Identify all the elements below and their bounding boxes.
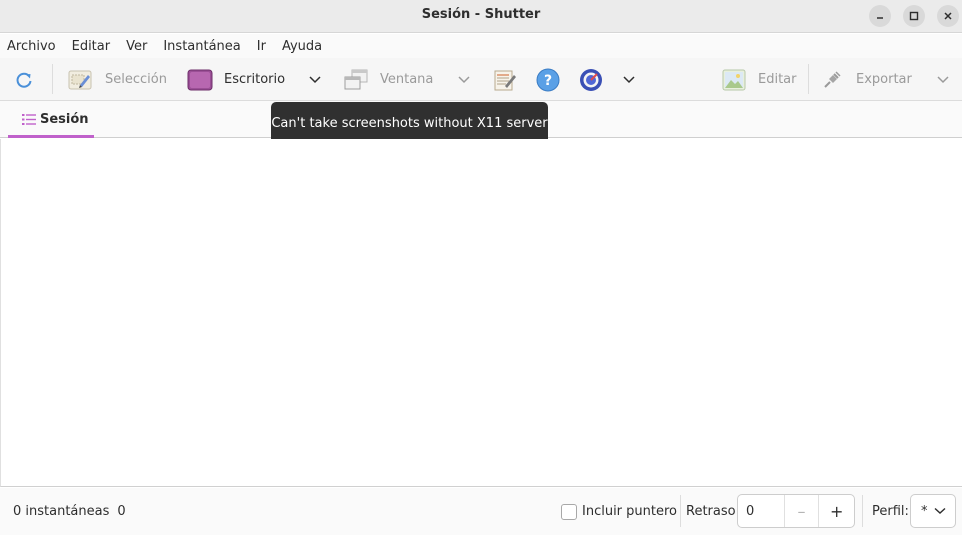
web-icon [580, 68, 602, 91]
tooltip-capture-button[interactable]: ? [536, 58, 560, 101]
chevron-down-icon [458, 75, 470, 83]
active-tab-indicator [8, 135, 94, 138]
desktop-icon [187, 69, 213, 90]
help-icon: ? [536, 68, 560, 91]
export-button[interactable]: Exportar [822, 58, 912, 101]
session-content-area[interactable] [0, 139, 962, 487]
profile-select[interactable]: * [910, 494, 956, 528]
list-icon [22, 114, 36, 125]
delay-increment-button[interactable]: + [819, 495, 854, 527]
menu-ver[interactable]: Ver [126, 39, 147, 54]
chevron-down-icon [937, 75, 949, 83]
close-icon [944, 12, 952, 20]
tooltip: Can't take screenshots without X11 serve… [271, 102, 548, 144]
statusbar-separator [862, 495, 863, 527]
menu-archivo[interactable]: Archivo [7, 39, 56, 54]
status-bar: 0 instantáneas 0 Incluir puntero Retraso… [0, 488, 962, 535]
chevron-down-icon [934, 507, 945, 514]
delay-label: Retraso: [686, 504, 740, 519]
screenshot-count-value: 0 [117, 504, 126, 519]
edit-button[interactable]: Editar [722, 58, 797, 101]
window-dropdown-button[interactable] [457, 58, 471, 101]
title-bar: Sesión - Shutter [0, 0, 962, 33]
window-icon [344, 69, 368, 89]
statusbar-separator [680, 495, 681, 527]
window-title: Sesión - Shutter [421, 7, 541, 22]
minimize-icon [877, 17, 883, 19]
export-icon [824, 70, 841, 88]
toolbar-separator [808, 64, 809, 94]
include-pointer-toggle[interactable]: Incluir puntero [561, 488, 677, 535]
minimize-button[interactable] [869, 5, 891, 27]
delay-spinner[interactable]: 0 – + [737, 494, 855, 528]
chevron-down-icon [309, 75, 321, 83]
close-button[interactable] [937, 5, 959, 27]
edit-image-icon [722, 69, 746, 90]
profile-value: * [921, 503, 928, 519]
desktop-button[interactable]: Escritorio [187, 58, 285, 101]
toolbar: Selección Escritorio Ventana ? Editar Ex… [0, 58, 962, 101]
screenshot-count-label: 0 instantáneas [13, 504, 110, 519]
selection-icon [68, 70, 92, 89]
svg-text:?: ? [544, 73, 552, 89]
menu-editar[interactable]: Editar [72, 39, 111, 54]
selection-label: Selección [105, 72, 167, 87]
menu-bar: Archivo Editar Ver Instantánea Ir Ayuda [0, 34, 962, 58]
screenshot-count: 0 instantáneas 0 [13, 488, 126, 535]
tab-session[interactable]: Sesión [8, 101, 94, 138]
include-pointer-label: Incluir puntero [582, 504, 677, 519]
refresh-icon [16, 72, 32, 88]
refresh-button[interactable] [14, 58, 34, 101]
window-button[interactable]: Ventana [344, 58, 433, 101]
menu-instantanea[interactable]: Instantánea [163, 39, 240, 54]
menu-capture-icon [494, 70, 516, 90]
web-capture-button[interactable] [579, 58, 603, 101]
toolbar-separator [52, 64, 53, 94]
selection-button[interactable]: Selección [68, 58, 167, 101]
export-dropdown-button[interactable] [936, 58, 950, 101]
include-pointer-checkbox[interactable] [561, 503, 577, 520]
menu-ayuda[interactable]: Ayuda [282, 39, 322, 54]
profile-label: Perfil: [872, 504, 909, 519]
desktop-dropdown-button[interactable] [308, 58, 322, 101]
maximize-button[interactable] [903, 5, 925, 27]
export-label: Exportar [856, 72, 912, 87]
delay-decrement-button[interactable]: – [785, 495, 820, 527]
tab-session-label: Sesión [40, 112, 89, 127]
menu-ir[interactable]: Ir [257, 39, 266, 54]
maximize-icon [909, 11, 919, 21]
chevron-down-icon [623, 75, 635, 83]
window-label: Ventana [380, 72, 434, 87]
web-dropdown-button[interactable] [622, 58, 636, 101]
edit-label: Editar [758, 72, 797, 87]
menu-capture-button[interactable] [494, 58, 517, 101]
desktop-label: Escritorio [224, 72, 286, 87]
tooltip-text: Can't take screenshots without X11 serve… [271, 115, 548, 131]
delay-value[interactable]: 0 [738, 495, 785, 527]
